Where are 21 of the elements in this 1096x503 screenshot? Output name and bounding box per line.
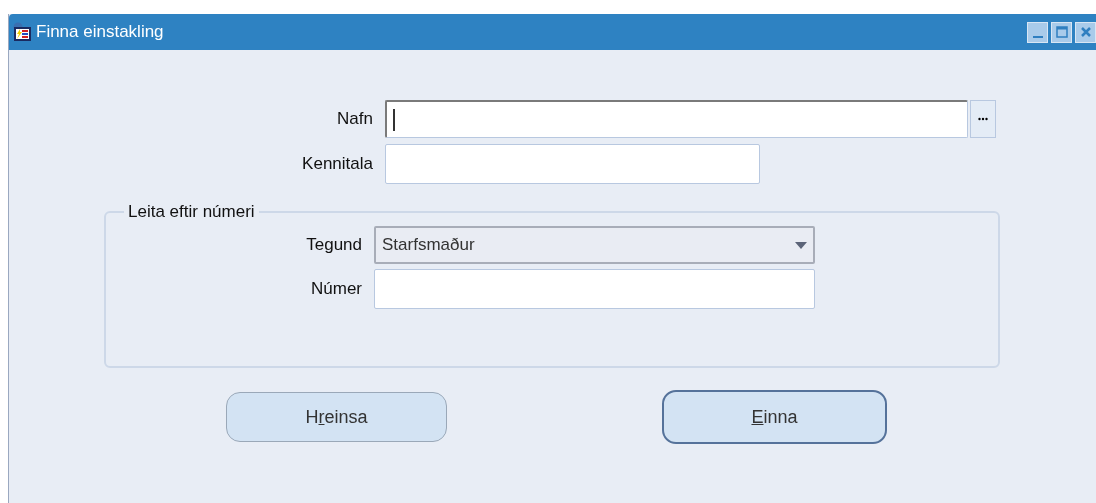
form-icon bbox=[12, 22, 32, 42]
field-label: Kennitala bbox=[301, 154, 373, 174]
close-icon bbox=[1078, 25, 1093, 39]
dropdown-arrow-icon bbox=[795, 241, 807, 249]
ellipsis-icon bbox=[978, 117, 988, 121]
window-title: Finna einstakling bbox=[36, 22, 164, 42]
field-label: Nafn bbox=[336, 109, 373, 129]
maximize-icon bbox=[1054, 25, 1069, 39]
minimize-button[interactable] bbox=[1027, 21, 1048, 43]
dropdown[interactable]: Starfsmaður bbox=[374, 226, 815, 264]
input-field[interactable] bbox=[385, 144, 760, 184]
maximize-button[interactable] bbox=[1051, 21, 1072, 43]
field-label: Tegund bbox=[305, 235, 362, 255]
push-button[interactable]: Einna bbox=[662, 390, 887, 444]
push-button[interactable]: Hreinsa bbox=[226, 392, 447, 442]
field-label: Númer bbox=[310, 279, 362, 299]
input-field[interactable] bbox=[374, 269, 815, 309]
close-button[interactable] bbox=[1075, 21, 1096, 43]
group-title: Leita eftir númeri bbox=[127, 202, 256, 222]
input-field[interactable] bbox=[385, 100, 968, 138]
minimize-icon bbox=[1032, 36, 1043, 38]
